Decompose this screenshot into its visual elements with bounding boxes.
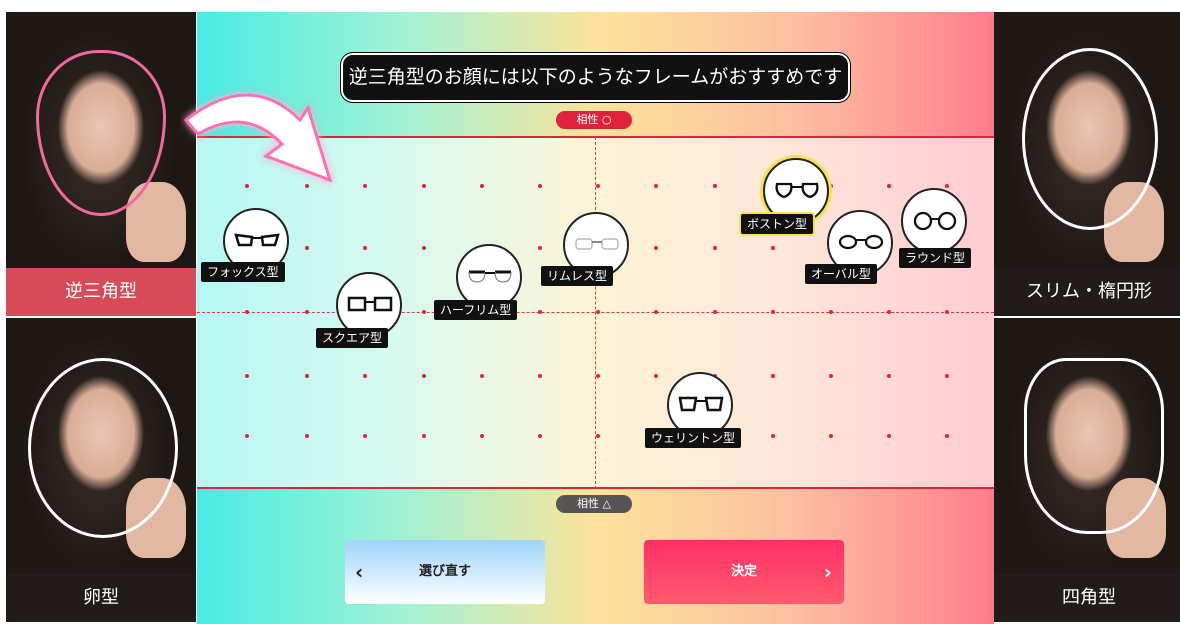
grid-dot [538,246,542,250]
grid-dot [945,184,949,188]
grid-dot [305,310,309,314]
page-title: 逆三角型のお顔には以下のようなフレームがおすすめです [341,53,850,102]
face-outline-square [1024,358,1164,534]
grid-dot [713,310,717,314]
confirm-button[interactable]: 決定 › [644,540,844,604]
grid-dot [771,310,775,314]
grid-dot [654,246,658,250]
grid-dot [480,374,484,378]
grid-dot [363,246,367,250]
grid-dot [829,184,833,188]
head-icon [901,188,967,254]
grid-dot [829,374,833,378]
compatibility-low-badge: 相性 △ [556,495,632,513]
grid-dot [887,184,891,188]
reselect-button-label: 選び直す [418,564,471,579]
grid-dot [480,184,484,188]
grid-dot [245,434,249,438]
grid-dot [305,374,309,378]
grid-dot [654,374,658,378]
grid-dot [887,434,891,438]
confirm-button-label: 決定 [730,564,757,579]
grid-dot [945,310,949,314]
frame-label: ボストン型 [741,214,814,234]
chevron-left-icon: ‹ [355,560,364,584]
face-type-card-slim-oval[interactable]: スリム・楕円形 [994,12,1180,316]
grid-dot [305,434,309,438]
glasses-icon [468,270,512,283]
glasses-icon [575,238,619,250]
grid-dot [422,434,426,438]
grid-dot [771,374,775,378]
glasses-icon [234,233,280,247]
grid-dot [887,310,891,314]
grid-dot [538,310,542,314]
glasses-icon [838,234,884,250]
grid-dot [654,184,658,188]
grid-dot [596,374,600,378]
grid-dot [363,434,367,438]
frame-label: ハーフリム型 [434,300,518,320]
grid-dot [245,310,249,314]
face-type-label: 逆三角型 [6,268,196,316]
glasses-icon [775,182,819,199]
grid-dot [596,434,600,438]
chevron-right-icon: › [823,560,832,584]
face-type-label: 卵型 [6,574,196,622]
reselect-button[interactable]: ‹ 選び直す [345,540,545,604]
grid-dot [596,310,600,314]
grid-dot [538,184,542,188]
grid-dot [245,374,249,378]
grid-dot [538,434,542,438]
compatibility-high-badge: 相性 ○ [556,111,632,129]
grid-dot [596,184,600,188]
grid-dot [887,374,891,378]
face-type-label: 四角型 [994,574,1180,622]
face-type-card-egg[interactable]: 卵型 [6,318,196,622]
grid-dot [771,246,775,250]
frame-label: オーバル型 [805,264,877,284]
grid-dot [422,184,426,188]
grid-dot [422,374,426,378]
grid-dot [654,310,658,314]
face-type-label: スリム・楕円形 [994,268,1180,316]
grid-dot [480,434,484,438]
grid-dot [363,374,367,378]
grid-dot [422,246,426,250]
arrow-curved-icon [183,93,333,183]
grid-dot [713,246,717,250]
frame-label: フォックス型 [201,262,285,282]
glasses-icon [913,211,957,231]
glasses-icon [678,396,724,412]
glasses-icon [347,296,393,312]
frame-label: リムレス型 [541,266,614,286]
face-outline-slim-oval [1022,48,1158,230]
grid-dot [305,246,309,250]
face-type-card-square[interactable]: 四角型 [994,318,1180,622]
grid-dot [363,184,367,188]
frame-label: ラウンド型 [899,248,972,268]
grid-dot [538,374,542,378]
face-outline-egg [28,358,178,538]
grid-dot [829,310,833,314]
grid-dot [945,374,949,378]
grid-dot [713,184,717,188]
grid-dot [422,310,426,314]
frame-label: スクエア型 [316,328,389,348]
grid-dot [771,434,775,438]
face-type-card-inverted-triangle[interactable]: 逆三角型 [6,12,196,316]
grid-dot [829,434,833,438]
frame-label: ウェリントン型 [645,428,742,448]
grid-dot [945,434,949,438]
